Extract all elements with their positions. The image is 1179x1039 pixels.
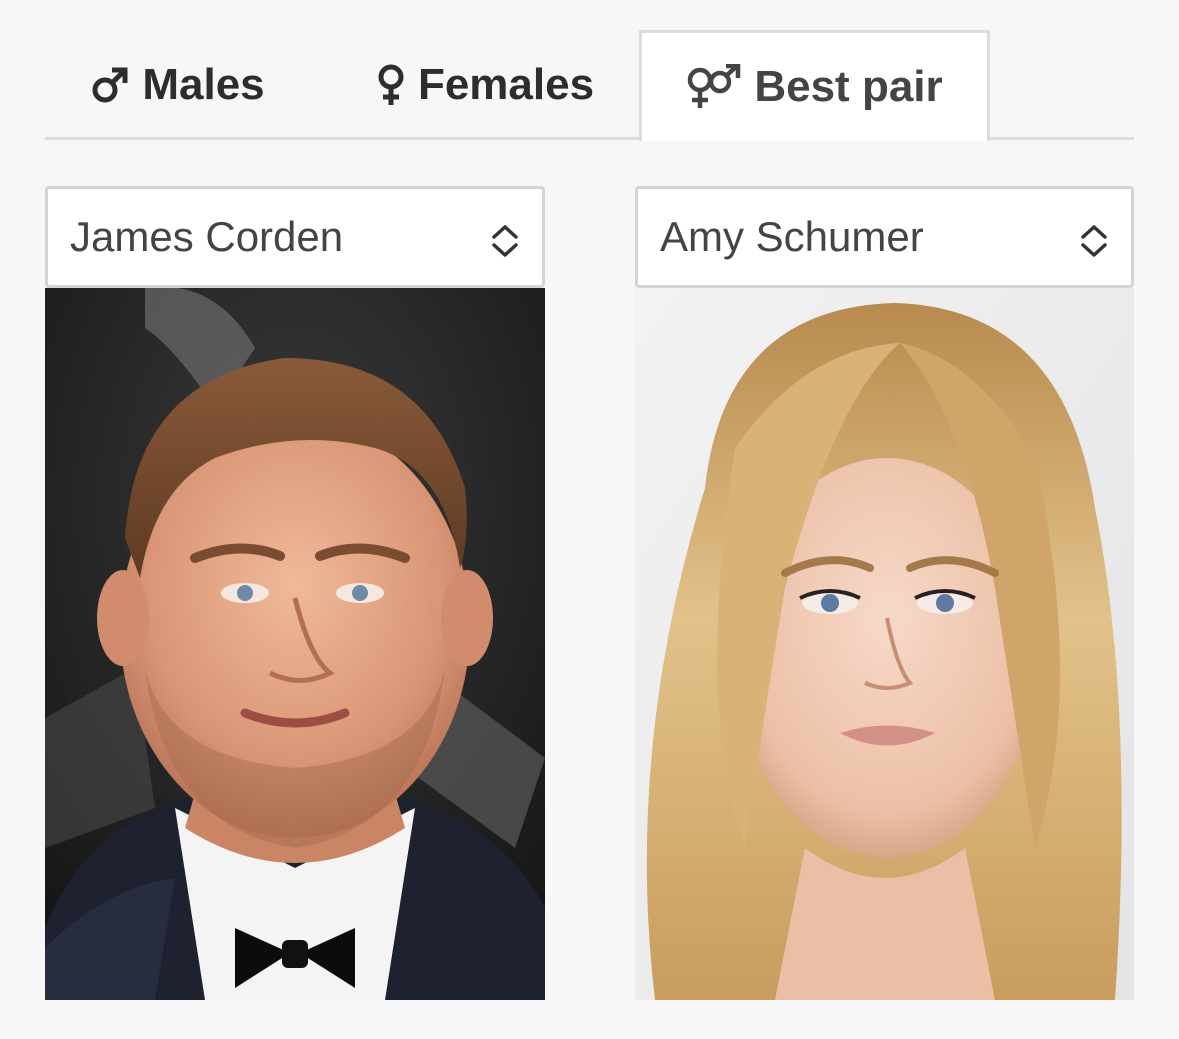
male-select-value: James Corden bbox=[70, 213, 344, 260]
male-symbol-icon bbox=[90, 65, 130, 105]
up-down-chevron-icon bbox=[490, 220, 520, 257]
female-portrait-photo bbox=[635, 288, 1134, 1000]
up-down-chevron-icon bbox=[1079, 220, 1109, 257]
tab-males-label: Males bbox=[142, 60, 265, 109]
tab-males[interactable]: Males bbox=[45, 30, 310, 140]
gender-tabs: Males Females Best pair bbox=[45, 30, 1134, 141]
female-select-value: Amy Schumer bbox=[660, 213, 924, 260]
male-select[interactable]: James Corden bbox=[45, 186, 545, 288]
female-select[interactable]: Amy Schumer bbox=[635, 186, 1134, 288]
male-female-symbol-icon bbox=[686, 64, 742, 110]
female-symbol-icon bbox=[376, 63, 406, 107]
tab-females-label: Females bbox=[417, 60, 595, 109]
tab-best-pair[interactable]: Best pair bbox=[639, 30, 990, 141]
tab-females[interactable]: Females bbox=[335, 30, 635, 140]
male-portrait-photo bbox=[45, 288, 545, 1000]
tab-best-pair-label: Best pair bbox=[754, 62, 943, 111]
